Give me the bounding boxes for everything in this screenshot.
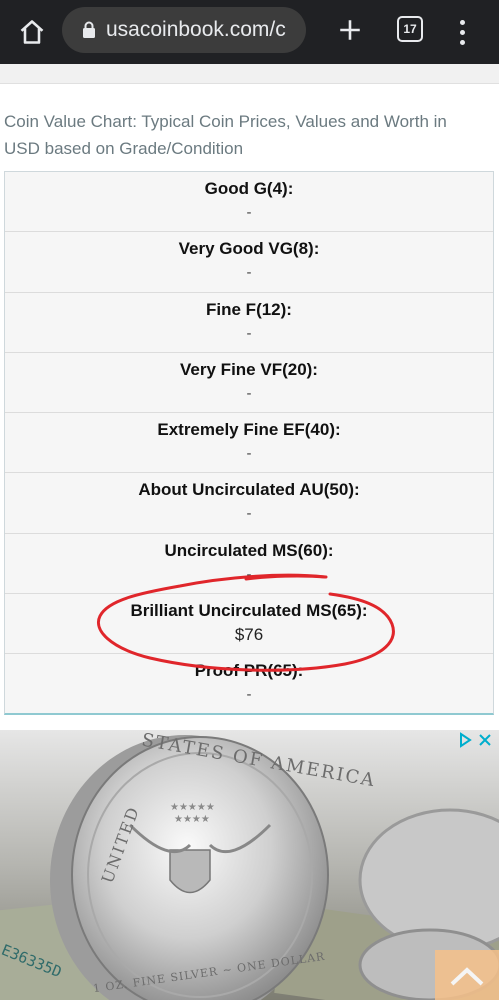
new-tab-button[interactable]	[332, 12, 368, 48]
grade-value: -	[246, 686, 252, 704]
coin-value-table: Good G(4): - Very Good VG(8): - Fine F(1…	[4, 171, 494, 715]
grade-label: Uncirculated MS(60):	[164, 540, 334, 560]
tabs-icon[interactable]: 17	[397, 16, 423, 42]
browser-toolbar: usacoinbook.com/c 17	[0, 0, 499, 64]
table-row: Uncirculated MS(60): -	[5, 534, 493, 595]
grade-label: Extremely Fine EF(40):	[157, 420, 341, 440]
adchoices-icon[interactable]	[457, 732, 473, 748]
ad-banner[interactable]: ★★★★★ ★★★★ STATES OF AMERICA UNITED 1 OZ…	[0, 730, 499, 1000]
address-bar[interactable]: usacoinbook.com/c	[62, 7, 306, 53]
scroll-to-top-button[interactable]	[435, 950, 499, 1000]
plus-icon	[340, 20, 360, 40]
table-row: Good G(4): -	[5, 172, 493, 233]
svg-text:★★★★: ★★★★	[174, 814, 210, 825]
url-text: usacoinbook.com/c	[106, 18, 286, 41]
grade-label: Good G(4):	[204, 179, 294, 198]
table-row: Fine F(12): -	[5, 293, 493, 353]
table-row: About Uncirculated AU(50): -	[5, 473, 493, 534]
table-row: Proof PR(65): -	[5, 654, 493, 714]
grade-value: -	[246, 264, 252, 282]
grade-value: -	[246, 445, 252, 463]
grade-label: Very Good VG(8):	[178, 239, 320, 259]
grade-value: -	[246, 505, 252, 523]
grade-value: -	[246, 324, 252, 342]
grade-label: Brilliant Uncirculated MS(65):	[130, 601, 368, 621]
ad-controls	[457, 732, 493, 748]
chevron-up-icon	[450, 967, 484, 986]
grade-value: -	[246, 384, 252, 402]
table-caption: Coin Value Chart: Typical Coin Prices, V…	[4, 112, 447, 158]
grade-label: Very Fine VF(20):	[180, 359, 318, 379]
home-icon	[20, 20, 44, 44]
home-button[interactable]	[14, 14, 50, 50]
grade-value: -	[246, 565, 252, 583]
grade-label: About Uncirculated AU(50):	[138, 480, 360, 500]
grade-label: Proof PR(65):	[194, 661, 304, 681]
tab-count: 17	[403, 22, 417, 36]
table-row: Brilliant Uncirculated MS(65): $76	[5, 594, 493, 655]
close-icon[interactable]	[477, 732, 493, 748]
svg-text:★★★★★: ★★★★★	[170, 802, 215, 813]
more-vert-icon[interactable]	[448, 14, 476, 50]
page-header-divider	[0, 64, 499, 84]
lock-icon	[83, 21, 95, 38]
table-row: Very Good VG(8): -	[5, 232, 493, 293]
grade-label: Fine F(12):	[206, 299, 292, 319]
table-row: Extremely Fine EF(40): -	[5, 413, 493, 474]
table-row: Very Fine VF(20): -	[5, 353, 493, 414]
grade-value: -	[246, 204, 252, 221]
grade-value: $76	[234, 625, 264, 645]
